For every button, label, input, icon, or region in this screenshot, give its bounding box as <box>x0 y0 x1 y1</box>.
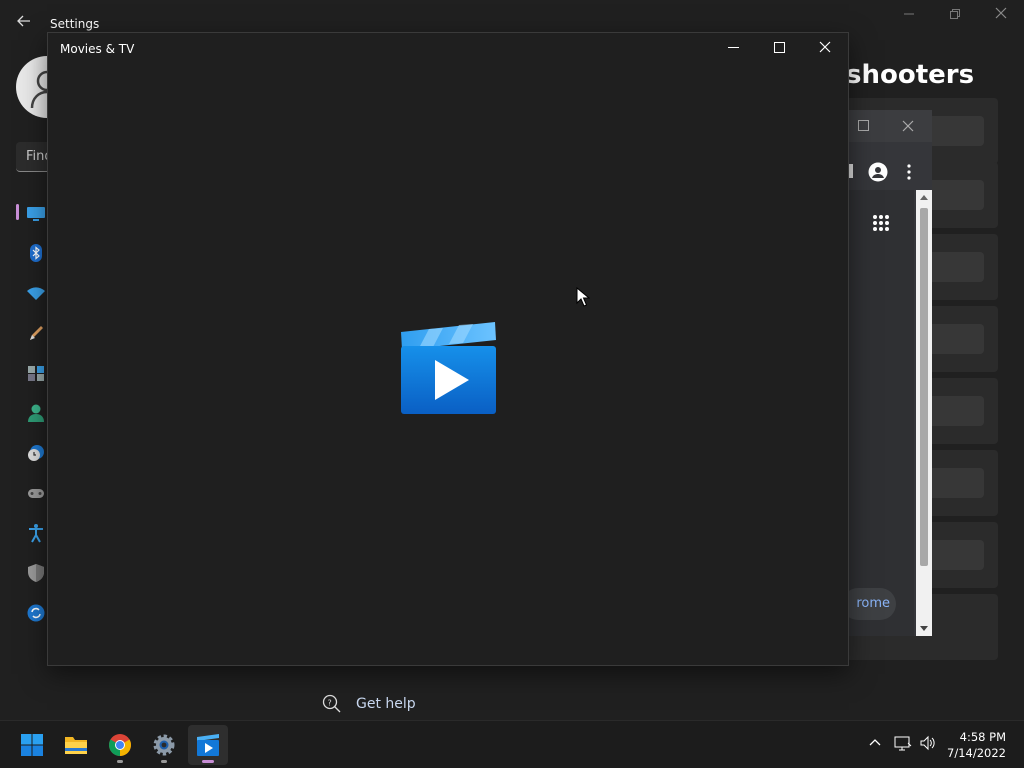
clock-time: 4:58 PM <box>959 730 1006 744</box>
close-icon <box>819 41 831 53</box>
volume-icon[interactable] <box>919 735 937 753</box>
back-arrow-icon[interactable] <box>14 13 34 33</box>
start-button[interactable] <box>12 725 52 765</box>
settings-page-heading: shooters <box>846 60 975 90</box>
movies-maximize-button[interactable] <box>756 33 802 65</box>
maximize-icon <box>773 42 785 53</box>
nav-time-language-icon[interactable] <box>26 443 46 463</box>
chrome-toolbar <box>848 154 932 190</box>
nav-privacy-security-icon[interactable] <box>26 563 46 583</box>
movies-tv-taskbar-icon <box>197 734 219 756</box>
taskbar: 4:58 PM 7/14/2022 <box>0 720 1024 768</box>
apps-grid-icon[interactable] <box>872 214 890 232</box>
nav-accessibility-icon[interactable] <box>26 523 46 543</box>
scroll-up-icon[interactable] <box>920 194 928 200</box>
settings-minimize-button[interactable] <box>886 0 932 32</box>
movies-close-button[interactable] <box>802 33 848 65</box>
nav-apps-icon[interactable] <box>26 363 46 383</box>
active-indicator <box>202 760 214 763</box>
chrome-page-content <box>848 190 914 636</box>
chrome-maximize-icon[interactable] <box>858 120 870 132</box>
folder-icon <box>65 737 87 754</box>
taskbar-clock[interactable]: 4:58 PM 7/14/2022 <box>947 729 1006 761</box>
settings-close-button[interactable] <box>978 0 1024 32</box>
chrome-titlebar <box>848 110 932 142</box>
movies-minimize-button[interactable] <box>710 33 756 65</box>
chrome-window: rome <box>842 110 932 636</box>
movies-tv-window: Movies & TV <box>47 32 849 666</box>
settings-restore-button[interactable] <box>932 0 978 32</box>
chrome-logo-icon <box>109 734 131 756</box>
taskbar-file-explorer[interactable] <box>56 725 96 765</box>
chrome-close-icon[interactable] <box>902 120 914 132</box>
nav-accounts-icon[interactable] <box>26 403 46 423</box>
clock-date: 7/14/2022 <box>947 746 1006 760</box>
movies-window-title: Movies & TV <box>60 42 135 56</box>
nav-bluetooth-icon[interactable] <box>26 243 46 263</box>
get-help-label: Get help <box>356 696 416 712</box>
chrome-scrollbar[interactable] <box>916 190 932 636</box>
chrome-scrollbar-thumb[interactable] <box>920 208 928 566</box>
chrome-button[interactable]: rome <box>842 588 896 620</box>
chrome-profile-icon[interactable] <box>868 162 888 182</box>
nav-personalization-icon[interactable] <box>26 323 46 343</box>
chrome-menu-icon[interactable] <box>906 164 912 180</box>
svg-text:?: ? <box>328 699 332 708</box>
get-help-link[interactable]: ? Get help <box>322 694 416 714</box>
taskbar-movies-tv[interactable] <box>188 725 228 765</box>
settings-title: Settings <box>50 17 100 31</box>
network-icon[interactable] <box>894 735 912 753</box>
windows-logo-icon <box>21 734 43 756</box>
gear-icon <box>153 734 175 756</box>
nav-wifi-icon[interactable] <box>26 283 46 303</box>
scroll-down-icon[interactable] <box>920 626 928 632</box>
taskbar-chrome[interactable] <box>100 725 140 765</box>
mouse-cursor-icon <box>576 287 590 307</box>
taskbar-settings[interactable] <box>144 725 184 765</box>
running-indicator <box>117 760 123 763</box>
help-chat-icon: ? <box>322 694 341 713</box>
nav-system-icon[interactable] <box>26 203 46 223</box>
minimize-icon <box>727 47 739 48</box>
nav-gaming-icon[interactable] <box>26 483 46 503</box>
movies-tv-logo-icon <box>401 322 496 414</box>
running-indicator <box>161 760 167 763</box>
nav-windows-update-icon[interactable] <box>26 603 46 623</box>
nav-selected-indicator <box>16 204 19 220</box>
show-hidden-icons-chevron-icon[interactable] <box>866 735 884 753</box>
